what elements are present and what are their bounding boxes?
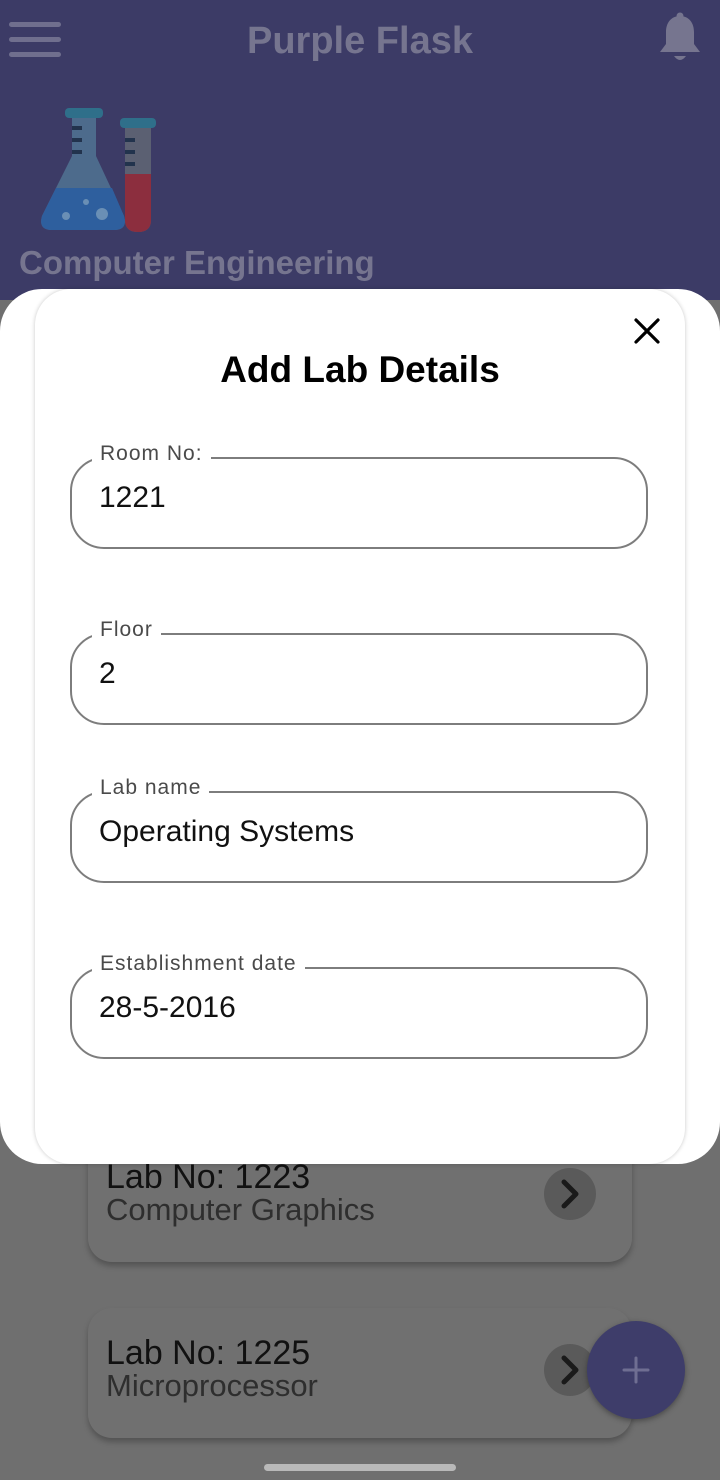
lab-name: Microprocessor (106, 1368, 318, 1403)
floor-field[interactable]: Floor (70, 618, 648, 725)
floor-input[interactable] (99, 657, 619, 691)
establishment-date-input[interactable] (99, 991, 619, 1025)
app-title: Purple Flask (247, 20, 473, 62)
field-label: Floor (92, 618, 161, 642)
bell-icon[interactable] (656, 12, 704, 64)
lab-name: Computer Graphics (106, 1192, 375, 1227)
field-label: Establishment date (92, 952, 305, 976)
add-lab-fab-button[interactable] (587, 1321, 685, 1419)
field-label: Lab name (92, 776, 210, 800)
lab-name-field[interactable]: Lab name (70, 776, 648, 883)
establishment-date-field[interactable]: Establishment date (70, 952, 648, 1059)
flask-logo (34, 104, 160, 236)
field-label: Room No: (92, 442, 211, 466)
lab-list-card[interactable]: Lab No: 1225 Microprocessor (88, 1308, 632, 1438)
department-name: Computer Engineering (19, 244, 375, 281)
room-no-input[interactable] (99, 481, 619, 515)
plus-icon (622, 1356, 650, 1384)
dialog-title: Add Lab Details (220, 349, 500, 390)
chevron-right-icon[interactable] (544, 1168, 596, 1220)
close-icon[interactable] (629, 313, 665, 349)
app-header: Purple Flask Computer Engineering (0, 0, 720, 300)
add-lab-dialog: Add Lab Details Room No: Floor Lab name … (35, 289, 685, 1164)
lab-name-input[interactable] (99, 815, 619, 849)
room-no-field[interactable]: Room No: (70, 442, 648, 549)
gesture-nav-handle[interactable] (264, 1464, 456, 1471)
